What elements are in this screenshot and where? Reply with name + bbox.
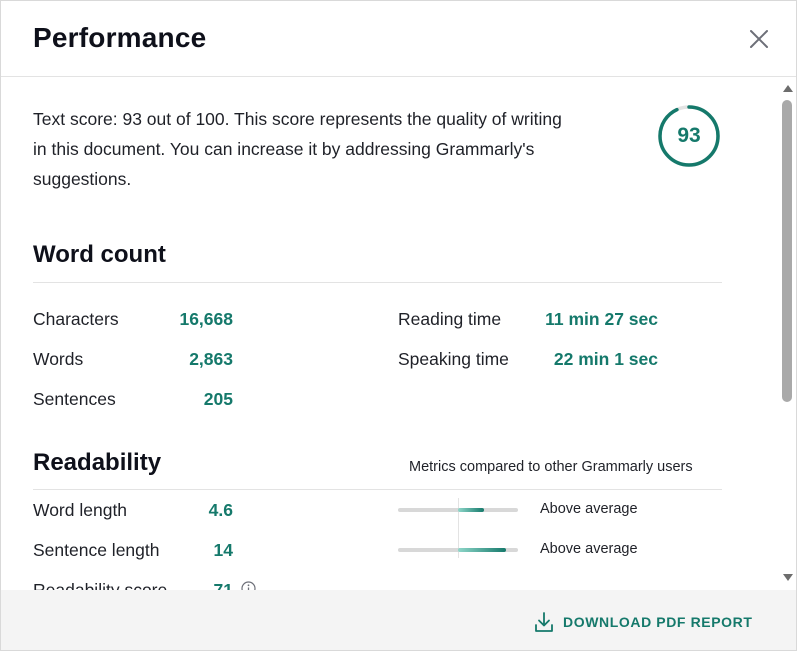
sentence-length-comparison: Above average [540,541,638,557]
score-value: 93 [677,124,701,147]
dialog-footer: DOWNLOAD PDF REPORT [1,590,796,650]
dialog-title: Performance [33,22,207,53]
download-pdf-label: DOWNLOAD PDF REPORT [563,614,753,630]
download-icon [535,612,553,632]
score-description: Text score: 93 out of 100. This score re… [33,109,562,189]
reading-time-label: Reading time [398,309,502,329]
metrics-note: Metrics compared to other Grammarly user… [409,459,693,475]
sentences-label: Sentences [33,389,116,409]
words-value: 2,863 [189,349,233,369]
readability-title: Readability [33,449,162,476]
sentences-value: 205 [203,389,233,409]
reading-time-value: 11 min 27 sec [545,309,658,329]
scroll-thumb[interactable] [782,100,792,402]
sentence-length-value: 14 [213,540,233,560]
scroll-down-arrow-icon[interactable] [780,572,796,584]
word-count-divider [33,282,722,283]
download-pdf-button[interactable]: DOWNLOAD PDF REPORT [533,610,753,634]
word-length-value: 4.6 [208,500,233,520]
word-length-label: Word length [33,500,128,520]
info-icon[interactable] [241,581,256,590]
sentence-length-bar-fill [458,548,506,552]
word-length-bar [398,508,518,512]
sentence-length-bar [398,548,518,552]
readability-divider [33,489,722,490]
word-length-comparison: Above average [540,501,638,517]
characters-value: 16,668 [179,309,233,329]
scrollbar[interactable] [780,78,796,590]
performance-dialog: Performance Text score: 93 out of 100. T… [0,0,797,651]
dialog-content: Text score: 93 out of 100. This score re… [1,78,779,590]
speaking-time-value: 22 min 1 sec [553,349,658,369]
sentence-length-label: Sentence length [33,540,160,560]
word-count-title: Word count [33,241,166,268]
close-icon[interactable] [745,25,773,53]
words-label: Words [33,349,84,369]
scroll-up-arrow-icon[interactable] [780,82,796,94]
dialog-header: Performance [1,1,796,77]
speaking-time-label: Speaking time [398,349,509,369]
characters-label: Characters [33,309,119,329]
readability-score-label: Readability score [33,580,168,590]
readability-score-value: 71 [213,580,233,590]
word-length-bar-fill [458,508,485,512]
